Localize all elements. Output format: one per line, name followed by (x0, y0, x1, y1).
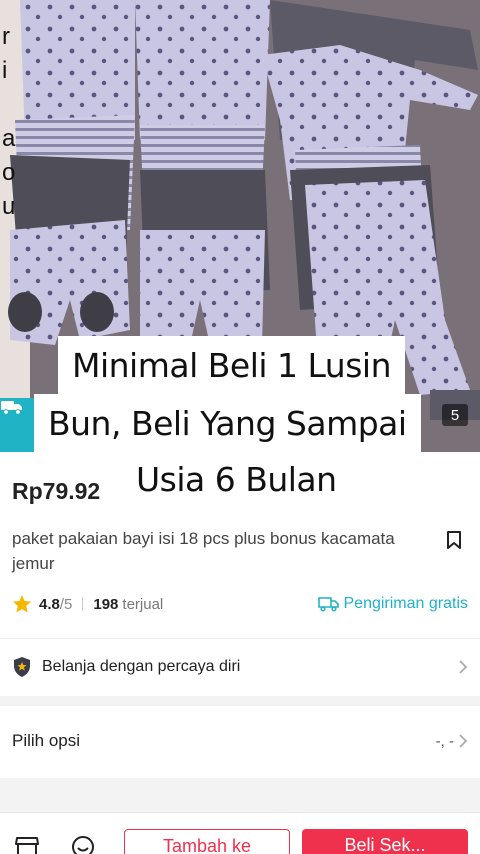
chevron-right-icon (459, 659, 468, 674)
free-shipping-badge[interactable] (0, 398, 34, 452)
section-divider (0, 696, 480, 706)
caption-line-2: Bun, Beli Yang Sampai (34, 394, 421, 454)
section-divider (0, 778, 480, 812)
photo-edge-text: r i a o u (2, 20, 18, 224)
shipping-truck-icon (317, 597, 339, 612)
product-title: paket pakaian bayi isi 18 pcs plus bonus… (12, 529, 395, 573)
bookmark-icon[interactable] (445, 530, 463, 550)
caption-line-3: Usia 6 Bulan (122, 452, 351, 508)
chat-icon[interactable] (70, 835, 96, 854)
trust-banner[interactable]: Belanja dengan percaya diri (0, 638, 480, 694)
shipping-label: Pengiriman gratis (343, 595, 469, 612)
image-counter: 5 (442, 404, 468, 426)
sold-label: terjual (122, 595, 164, 613)
rating-row: 4.8 /5 198 terjual Pengiriman gratis (12, 592, 468, 616)
edge-char: a (2, 125, 16, 152)
buy-now-button[interactable]: Beli Sek... (302, 829, 468, 854)
store-icon[interactable] (14, 835, 40, 854)
option-label: Pilih opsi (12, 731, 81, 750)
free-shipping-link[interactable]: Pengiriman gratis (317, 595, 469, 613)
star-icon (13, 595, 31, 613)
shield-icon (14, 656, 30, 677)
edge-char: u (2, 193, 16, 220)
divider (82, 597, 84, 611)
option-value: -, - (435, 732, 454, 750)
chevron-right-icon (459, 734, 468, 748)
rating-value: 4.8 (39, 595, 60, 613)
add-to-cart-button[interactable]: Tambah ke (124, 829, 290, 854)
rating-max: /5 (59, 595, 73, 613)
variant-selector[interactable]: Pilih opsi -, - (0, 708, 480, 774)
edge-char: r (2, 23, 10, 50)
bottom-action-bar: Tambah ke Beli Sek... (0, 812, 480, 854)
trust-label: Belanja dengan percaya diri (42, 657, 241, 675)
edge-char: o (2, 159, 16, 186)
edge-char: i (2, 57, 8, 84)
caption-line-1: Minimal Beli 1 Lusin (58, 336, 406, 396)
truck-icon (1, 401, 22, 415)
sold-count: 198 (93, 595, 119, 613)
product-price: Rp79.92 (12, 478, 101, 504)
